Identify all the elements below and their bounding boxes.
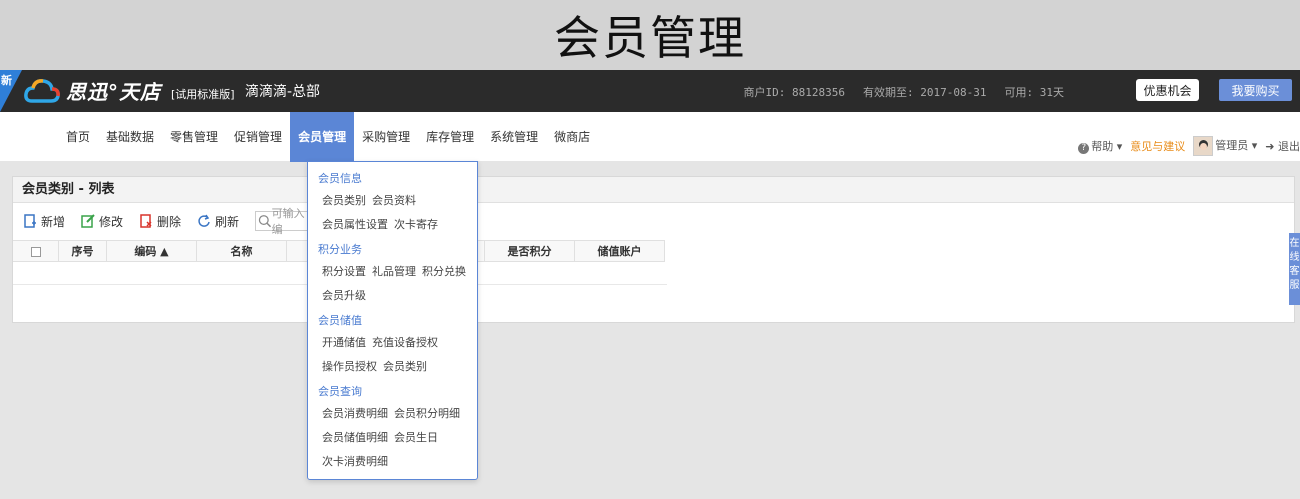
refresh-icon [198,214,210,227]
nav-item[interactable]: 零售管理 [162,112,226,162]
dropdown-menu-item[interactable]: 礼品管理 [372,263,416,279]
add-button[interactable]: 新增 [23,213,65,230]
dropdown-menu-item[interactable]: 积分设置 [322,263,366,279]
buy-button[interactable]: 我要购买 [1219,79,1292,101]
select-all-checkbox[interactable] [30,247,41,257]
dropdown-menu-item[interactable]: 充值设备授权 [372,334,438,350]
nav-item[interactable]: 会员管理 [290,112,355,162]
dropdown-group-title: 会员查询 [318,385,362,398]
column-header[interactable]: 编码 ▲ [107,241,197,262]
dropdown-menu-item[interactable]: 操作员授权 [322,358,377,374]
account-info: 商户ID: 88128356 有效期至: 2017-08-31 可用: 31天 [744,84,1064,100]
help-icon: ? [1078,142,1090,154]
dropdown-row: 会员类别 会员资料 [322,192,416,208]
select-all-cell[interactable] [13,241,59,262]
dropdown-row: 开通储值 充值设备授权 [322,334,438,350]
feedback-link[interactable]: 意见与建议 [1130,138,1185,154]
delete-button[interactable]: 删除 [139,213,181,230]
panel-title: 会员类别 - 列表 [13,177,1294,203]
store-name[interactable]: 滴滴滴-总部 [245,81,320,101]
available-days: 可用: 31天 [1004,86,1065,99]
toolbar: 新增 修改 删除 刷新 可输入编 [13,203,1294,239]
dropdown-menu-item[interactable]: 次卡消费明细 [322,453,388,469]
cloud-logo-icon [24,78,60,103]
top-header: 新 思迅°天店 [试用标准版] 滴滴滴-总部 商户ID: 88128356 有效… [0,70,1300,112]
expiry-date: 有效期至: 2017-08-31 [863,86,987,99]
dropdown-group-title: 会员信息 [318,172,362,185]
merchant-id: 商户ID: 88128356 [743,86,846,99]
main-nav: 首页 基础数据 零售管理 促销管理 会员管理 采购管理 库存管理 系统管理 微商店 ? 帮助 ▾ … [0,112,1300,162]
brand-name: 思迅°天店 [66,80,161,104]
nav-item[interactable]: 采购管理 [354,112,418,162]
nav-items: 首页 基础数据 零售管理 促销管理 会员管理 采购管理 库存管理 系统管理 微商店 [58,112,598,162]
logout-link[interactable]: ➜ 退出 [1265,138,1300,154]
nav-right: ? 帮助 ▾ 意见与建议 管理员 ▾ ➜ 退出 [1078,136,1300,156]
dropdown-menu-item[interactable]: 积分兑换 [422,263,466,279]
avatar [1193,136,1214,156]
add-icon [24,214,36,228]
dropdown-row: 积分设置 礼品管理 积分兑换 [322,263,466,279]
dropdown-menu-item[interactable]: 次卡寄存 [394,216,438,232]
screenshot-caption: 会员管理 [0,0,1300,70]
nav-item[interactable]: 系统管理 [482,112,546,162]
nav-item[interactable]: 首页 [58,112,98,162]
list-panel: 会员类别 - 列表 新增 修改 删除 刷新 可输入编 序号 编码 ▲ 名称 是否… [12,176,1295,323]
dropdown-row: 操作员授权 会员类别 [322,358,427,374]
refresh-button[interactable]: 刷新 [197,213,239,230]
column-header[interactable]: 储值账户 [575,241,665,262]
dropdown-group-title: 会员储值 [318,314,362,327]
dropdown-menu-item[interactable]: 会员储值明细 [322,429,388,445]
edition-label: [试用标准版] [171,87,235,101]
dropdown-menu-item[interactable]: 会员属性设置 [322,216,388,232]
dropdown-menu-item[interactable]: 会员类别 [383,358,427,374]
dropdown-menu-item[interactable]: 会员积分明细 [394,405,460,421]
dropdown-row: 会员储值明细 会员生日 [322,429,438,445]
nav-item[interactable]: 微商店 [546,112,598,162]
dropdown-menu-item[interactable]: 会员消费明细 [322,405,388,421]
dropdown-menu-item[interactable]: 会员类别 [322,192,366,208]
dropdown-menu-item[interactable]: 会员资料 [372,192,416,208]
caption-title: 会员管理 [554,11,746,65]
help-menu[interactable]: ? 帮助 ▾ [1078,138,1122,154]
logo[interactable]: 思迅°天店 [试用标准版] [24,76,235,105]
column-header[interactable]: 序号 [59,241,107,262]
dropdown-row: 会员升级 [322,287,366,303]
dropdown-row: 会员消费明细 会员积分明细 [322,405,460,421]
new-flag-label: 新 [1,74,12,87]
column-header[interactable]: 是否积分 [485,241,575,262]
dropdown-menu-item[interactable]: 会员生日 [394,429,438,445]
dropdown-row: 会员属性设置 次卡寄存 [322,216,438,232]
new-flag: 新 [0,70,22,112]
logout-icon: ➜ [1265,140,1275,153]
dropdown-group-title: 积分业务 [318,243,362,256]
dropdown-row: 次卡消费明细 [322,453,388,469]
offer-button[interactable]: 优惠机会 [1136,79,1199,101]
column-header[interactable]: 名称 [197,241,287,262]
dropdown-menu-item[interactable]: 开通储值 [322,334,366,350]
delete-icon [140,214,152,228]
nav-item[interactable]: 基础数据 [98,112,162,162]
nav-item[interactable]: 库存管理 [418,112,482,162]
nav-item[interactable]: 促销管理 [226,112,290,162]
online-service-tab[interactable]: 在线客服 [1289,233,1300,305]
search-icon [258,215,272,228]
member-management-dropdown: 会员信息 会员类别 会员资料 会员属性设置 次卡寄存 积分业务 积分设置 礼品管理 积分兑换 会员… [307,161,478,480]
edit-button[interactable]: 修改 [81,213,123,230]
dropdown-menu-item[interactable]: 会员升级 [322,287,366,303]
edit-icon [81,214,95,228]
user-menu[interactable]: 管理员 ▾ [1193,136,1257,156]
